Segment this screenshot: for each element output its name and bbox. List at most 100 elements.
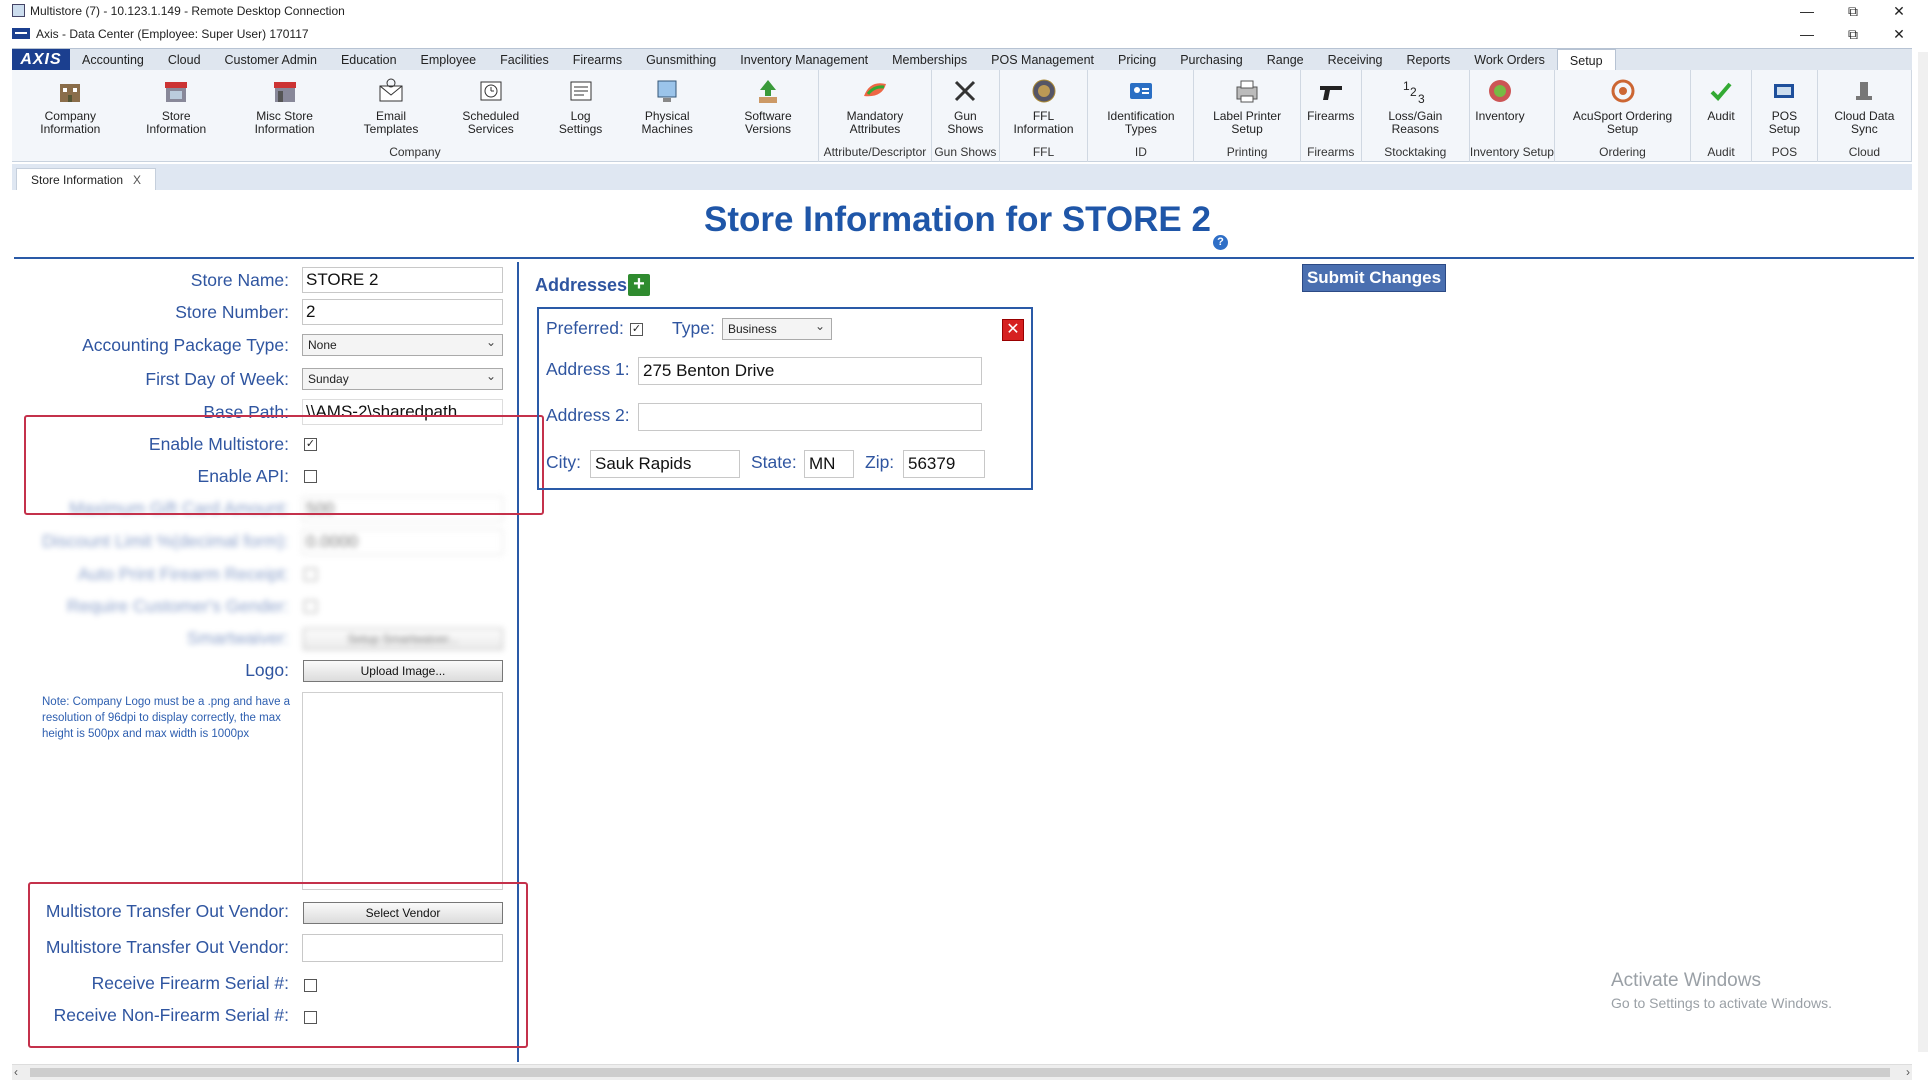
menu-accounting[interactable]: Accounting [70, 49, 156, 70]
add-address-button[interactable]: + [628, 274, 650, 296]
menu-pricing[interactable]: Pricing [1106, 49, 1168, 70]
ribbon-group-company: Company Information Store Information Misc… [12, 70, 819, 162]
company-building-icon [55, 76, 85, 106]
app-titlebar: Axis - Data Center (Employee: Super User… [0, 22, 1932, 46]
state-label: State: [751, 452, 797, 472]
app-minimize-button[interactable]: — [1784, 22, 1830, 46]
menu-employee[interactable]: Employee [409, 49, 489, 70]
menu-reports[interactable]: Reports [1395, 49, 1463, 70]
preferred-checkbox[interactable]: ✓ [630, 323, 643, 336]
ribbon-loss-gain-reasons-button[interactable]: 1 2 3 Loss/Gain Reasons [1362, 70, 1469, 144]
menu-education[interactable]: Education [329, 49, 409, 70]
restore-button[interactable]: ⧉ [1830, 0, 1876, 22]
ribbon-item-label: Firearms [1307, 109, 1355, 123]
ribbon-item-label: Email Templates [363, 109, 419, 136]
menu-purchasing[interactable]: Purchasing [1168, 49, 1255, 70]
tab-store-information[interactable]: Store Information X [16, 168, 157, 190]
ribbon-group-label: Audit [1707, 145, 1735, 159]
ribbon-audit-button[interactable]: Audit [1691, 70, 1751, 144]
submit-changes-button[interactable]: Submit Changes [1302, 264, 1446, 292]
store-name-input[interactable]: STORE 2 [302, 267, 503, 293]
menu-work-orders[interactable]: Work Orders [1462, 49, 1557, 70]
address1-input[interactable]: 275 Benton Drive [638, 357, 982, 385]
addresses-heading: Addresses [535, 275, 628, 295]
delete-address-button[interactable]: ✕ [1002, 319, 1024, 341]
ribbon-cloud-data-sync-button[interactable]: Cloud Data Sync [1818, 70, 1911, 144]
ribbon-physical-machines-button[interactable]: Physical Machines [616, 70, 718, 144]
pos-setup-icon [1769, 76, 1799, 106]
setup-smartwaiver-button[interactable]: Setup Smartwaiver... [303, 628, 503, 650]
ribbon-company-information-button[interactable]: Company Information [12, 70, 129, 144]
horizontal-scroll-thumb[interactable] [30, 1068, 1890, 1077]
menu-gunsmithing[interactable]: Gunsmithing [634, 49, 728, 70]
ribbon-software-versions-button[interactable]: Software Versions [718, 70, 818, 144]
scroll-left-arrow-icon[interactable]: ‹ [14, 1065, 18, 1079]
ribbon-store-information-button[interactable]: Store Information [129, 70, 224, 144]
vertical-scrollbar[interactable] [1914, 48, 1932, 1064]
logo-note: Note: Company Logo must be a .png and ha… [42, 696, 291, 740]
accounting-package-label: Accounting Package Type: [82, 335, 289, 355]
ribbon-inventory-button[interactable]: Inventory [1470, 70, 1530, 144]
ribbon-pos-setup-button[interactable]: POS Setup [1752, 70, 1817, 144]
ribbon-item-label: Store Information [146, 109, 207, 136]
require-gender-checkbox[interactable] [304, 600, 317, 613]
menu-setup[interactable]: Setup [1556, 49, 1616, 70]
app-close-button[interactable]: ✕ [1876, 22, 1922, 46]
ribbon-group-label: Company [389, 145, 441, 159]
ribbon-misc-store-information-button[interactable]: Misc Store Information [224, 70, 346, 144]
zip-input[interactable]: 56379 [903, 450, 985, 478]
tab-close-button[interactable]: X [133, 173, 141, 187]
cloud-sync-icon [1849, 76, 1879, 106]
ribbon-label-printer-setup-button[interactable]: Label Printer Setup [1194, 70, 1299, 144]
ribbon-item-label: Inventory [1475, 109, 1525, 123]
vertical-scroll-thumb[interactable] [1918, 52, 1928, 1052]
ribbon-acusport-ordering-setup-button[interactable]: AcuSport Ordering Setup [1555, 70, 1690, 144]
logo-label: Logo: [245, 660, 289, 680]
ribbon-group-label: Gun Shows [934, 145, 997, 159]
menu-inventory-management[interactable]: Inventory Management [728, 49, 880, 70]
menu-customer-admin[interactable]: Customer Admin [213, 49, 329, 70]
minimize-button[interactable]: — [1784, 0, 1830, 22]
ribbon-group-label: Inventory Setup [1469, 145, 1554, 159]
menu-facilities[interactable]: Facilities [488, 49, 561, 70]
upload-image-button[interactable]: Upload Image... [303, 660, 503, 682]
close-button[interactable]: ✕ [1876, 0, 1922, 22]
first-day-select[interactable]: Sunday [302, 366, 503, 390]
address2-input[interactable] [638, 403, 982, 431]
ribbon-firearms-button[interactable]: Firearms [1301, 70, 1361, 144]
menu-pos-management[interactable]: POS Management [979, 49, 1106, 70]
ribbon-ffl-information-button[interactable]: FFL Information [1000, 70, 1088, 144]
crossed-guns-icon [950, 76, 980, 106]
accounting-package-select[interactable]: None [302, 332, 503, 356]
svg-text:2: 2 [1410, 85, 1417, 99]
horizontal-scrollbar[interactable]: ‹ › [12, 1064, 1912, 1080]
misc-store-icon [270, 76, 300, 106]
menu-range[interactable]: Range [1255, 49, 1316, 70]
ribbon-mandatory-attributes-button[interactable]: Mandatory Attributes [819, 70, 931, 144]
scroll-right-arrow-icon[interactable]: › [1906, 1065, 1910, 1079]
ribbon-email-templates-button[interactable]: Email Templates [345, 70, 436, 144]
store-number-input[interactable]: 2 [302, 299, 503, 325]
help-icon[interactable]: ? [1212, 235, 1228, 250]
inventory-globe-icon [1485, 76, 1515, 106]
ribbon-gun-shows-button[interactable]: Gun Shows [932, 70, 999, 144]
ribbon-log-settings-button[interactable]: Log Settings [545, 70, 616, 144]
ribbon-group-inventory-setup: Inventory Inventory Setup [1470, 70, 1555, 162]
state-input[interactable]: MN [804, 450, 854, 478]
storefront-icon [161, 76, 191, 106]
menu-firearms[interactable]: Firearms [561, 49, 634, 70]
city-input[interactable]: Sauk Rapids [590, 450, 740, 478]
discount-limit-input[interactable]: 0.0000 [302, 529, 503, 555]
menu-memberships[interactable]: Memberships [880, 49, 979, 70]
ribbon-scheduled-services-button[interactable]: Scheduled Services [437, 70, 545, 144]
menu-receiving[interactable]: Receiving [1316, 49, 1395, 70]
auto-print-checkbox[interactable] [304, 568, 317, 581]
ribbon-identification-types-button[interactable]: Identification Types [1088, 70, 1193, 144]
scheduled-services-icon [476, 76, 506, 106]
address-type-select[interactable]: Business [722, 316, 832, 340]
menu-cloud[interactable]: Cloud [156, 49, 213, 70]
watermark-line2: Go to Settings to activate Windows. [1611, 995, 1832, 1011]
ribbon-group-label: Ordering [1599, 145, 1646, 159]
ribbon-item-label: Audit [1707, 109, 1735, 123]
app-restore-button[interactable]: ⧉ [1830, 22, 1876, 46]
